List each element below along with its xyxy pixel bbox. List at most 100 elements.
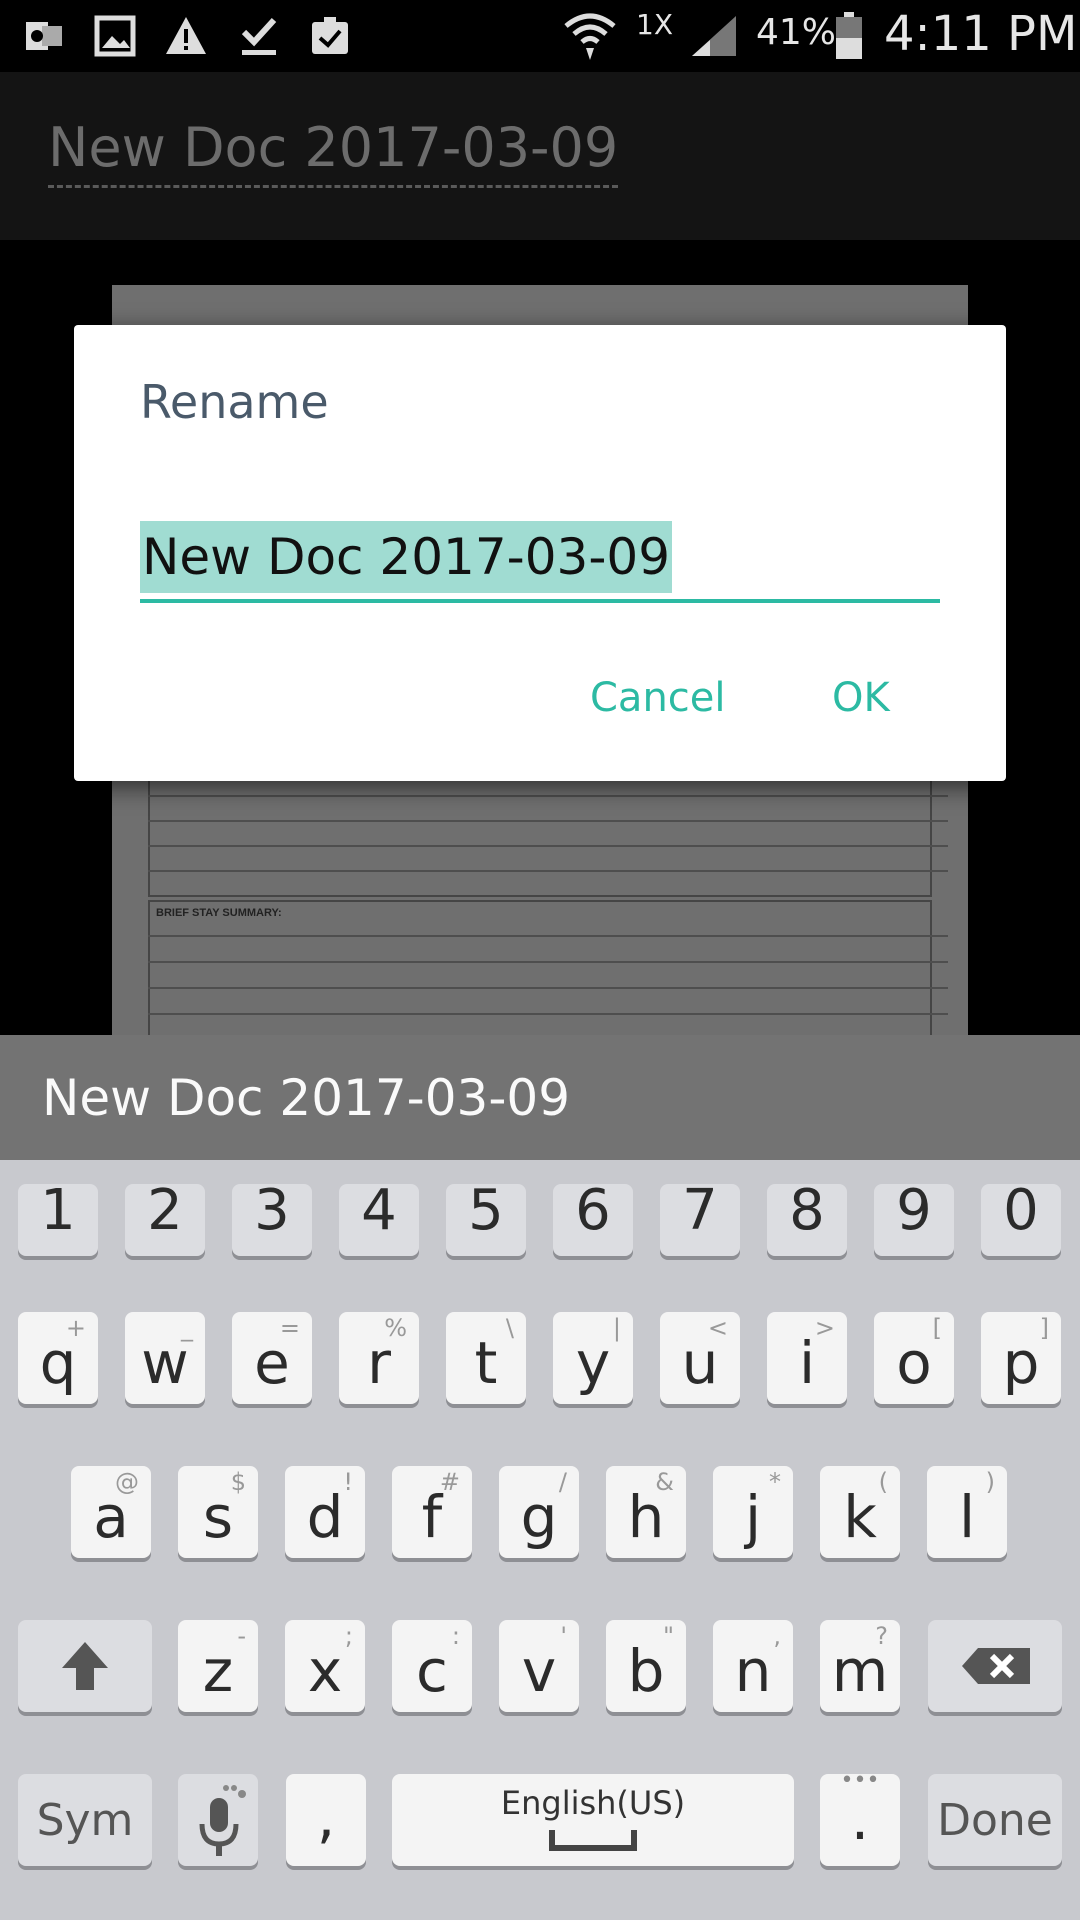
key-m[interactable]: ? m xyxy=(820,1620,900,1712)
outlook-icon xyxy=(26,22,62,50)
key-label: b xyxy=(627,1637,665,1705)
key-a[interactable]: @ a xyxy=(71,1466,151,1558)
key-s[interactable]: $ s xyxy=(178,1466,258,1558)
suggestion-bar: New Doc 2017-03-09 xyxy=(0,1035,1080,1160)
key-2[interactable]: 2 xyxy=(125,1178,205,1256)
key-p[interactable]: ] p xyxy=(981,1312,1061,1404)
shift-key[interactable] xyxy=(18,1620,152,1712)
key-label: 0 xyxy=(1003,1178,1039,1243)
key-label: p xyxy=(1002,1329,1040,1397)
key-label: z xyxy=(202,1637,234,1705)
key-label: 9 xyxy=(896,1178,932,1243)
key-l[interactable]: ) l xyxy=(927,1466,1007,1558)
key-label: r xyxy=(367,1329,391,1397)
clipboard-check-icon xyxy=(312,17,348,54)
key-label: 5 xyxy=(468,1178,504,1243)
form-line xyxy=(148,987,948,989)
key-label: 8 xyxy=(789,1178,825,1243)
backspace-icon xyxy=(962,1648,1030,1684)
key-label: i xyxy=(798,1329,816,1397)
key-label: q xyxy=(39,1329,77,1397)
key-5[interactable]: 5 xyxy=(446,1178,526,1256)
key-f[interactable]: # f xyxy=(392,1466,472,1558)
space-key[interactable]: English(US) xyxy=(392,1774,794,1866)
key-label: j xyxy=(744,1483,762,1551)
dialog-title: Rename xyxy=(140,375,329,429)
form-box xyxy=(148,775,932,897)
key-q[interactable]: + q xyxy=(18,1312,98,1404)
key-g[interactable]: / g xyxy=(499,1466,579,1558)
key-label: y xyxy=(575,1329,611,1397)
suggestion-item[interactable]: New Doc 2017-03-09 xyxy=(42,1069,570,1127)
key-1[interactable]: 1 xyxy=(18,1178,98,1256)
wifi-icon xyxy=(564,13,616,60)
voice-input-key[interactable] xyxy=(178,1774,258,1866)
cancel-button[interactable]: Cancel xyxy=(590,675,726,721)
key-6[interactable]: 6 xyxy=(553,1178,633,1256)
key-0[interactable]: 0 xyxy=(981,1178,1061,1256)
key-n[interactable]: ,n xyxy=(713,1620,793,1712)
sym-key[interactable]: Sym xyxy=(18,1774,152,1866)
key-z[interactable]: -z xyxy=(178,1620,258,1712)
form-line xyxy=(148,795,948,797)
done-key-label: Done xyxy=(937,1794,1053,1846)
gallery-icon xyxy=(94,15,136,57)
microphone-icon xyxy=(199,1785,246,1856)
key-label: 6 xyxy=(575,1178,611,1243)
key-r[interactable]: % r xyxy=(339,1312,419,1404)
key-e[interactable]: = e xyxy=(232,1312,312,1404)
key-t[interactable]: \ t xyxy=(446,1312,526,1404)
key-label: d xyxy=(306,1483,344,1551)
key-label: u xyxy=(681,1329,719,1397)
key-label: s xyxy=(202,1483,234,1551)
period-key-label: . xyxy=(850,1785,870,1853)
key-j[interactable]: * j xyxy=(713,1466,793,1558)
key-label: a xyxy=(93,1483,129,1551)
key-o[interactable]: [o xyxy=(874,1312,954,1404)
key-label: 3 xyxy=(254,1178,290,1243)
key-8[interactable]: 8 xyxy=(767,1178,847,1256)
document-title[interactable]: New Doc 2017-03-09 xyxy=(48,116,619,188)
key-u[interactable]: < u xyxy=(660,1312,740,1404)
key-label: l xyxy=(958,1483,976,1551)
period-key[interactable]: ••• . xyxy=(820,1768,900,1866)
rename-input[interactable]: New Doc 2017-03-09 xyxy=(140,515,940,603)
key-b[interactable]: " b xyxy=(606,1620,686,1712)
key-4[interactable]: 4 xyxy=(339,1178,419,1256)
form-line xyxy=(148,961,948,963)
key-v[interactable]: ' v xyxy=(499,1620,579,1712)
key-h[interactable]: & h xyxy=(606,1466,686,1558)
key-label: o xyxy=(896,1329,932,1397)
key-label: t xyxy=(474,1329,498,1397)
key-i[interactable]: > i xyxy=(767,1312,847,1404)
form-line xyxy=(148,845,948,847)
key-label: 2 xyxy=(147,1178,183,1243)
key-7[interactable]: 7 xyxy=(660,1178,740,1256)
ok-button[interactable]: OK xyxy=(832,675,890,721)
key-label: v xyxy=(521,1637,557,1705)
shift-icon xyxy=(62,1642,108,1690)
form-line xyxy=(148,935,948,937)
key-label: g xyxy=(520,1483,558,1551)
comma-key-label: , xyxy=(316,1783,336,1851)
key-y[interactable]: | y xyxy=(553,1312,633,1404)
download-done-icon xyxy=(241,17,277,55)
comma-key[interactable]: , xyxy=(286,1774,366,1866)
rename-input-selected-text[interactable]: New Doc 2017-03-09 xyxy=(140,521,673,593)
form-line xyxy=(148,870,948,872)
key-k[interactable]: (k xyxy=(820,1466,900,1558)
key-3[interactable]: 3 xyxy=(232,1178,312,1256)
key-9[interactable]: 9 xyxy=(874,1178,954,1256)
status-bar: 1X 41% 4:11 PM xyxy=(0,0,1080,72)
backspace-key[interactable] xyxy=(928,1620,1062,1712)
key-label: n xyxy=(734,1637,772,1705)
space-key-label: English(US) xyxy=(500,1784,686,1822)
key-x[interactable]: ; x xyxy=(285,1620,365,1712)
battery-percent: 41% xyxy=(756,12,837,53)
sym-key-label: Sym xyxy=(36,1794,134,1846)
key-c[interactable]: :c xyxy=(392,1620,472,1712)
done-key[interactable]: Done xyxy=(928,1774,1062,1866)
key-d[interactable]: ! d xyxy=(285,1466,365,1558)
form-line xyxy=(148,1013,948,1015)
key-w[interactable]: _ w xyxy=(125,1312,205,1404)
